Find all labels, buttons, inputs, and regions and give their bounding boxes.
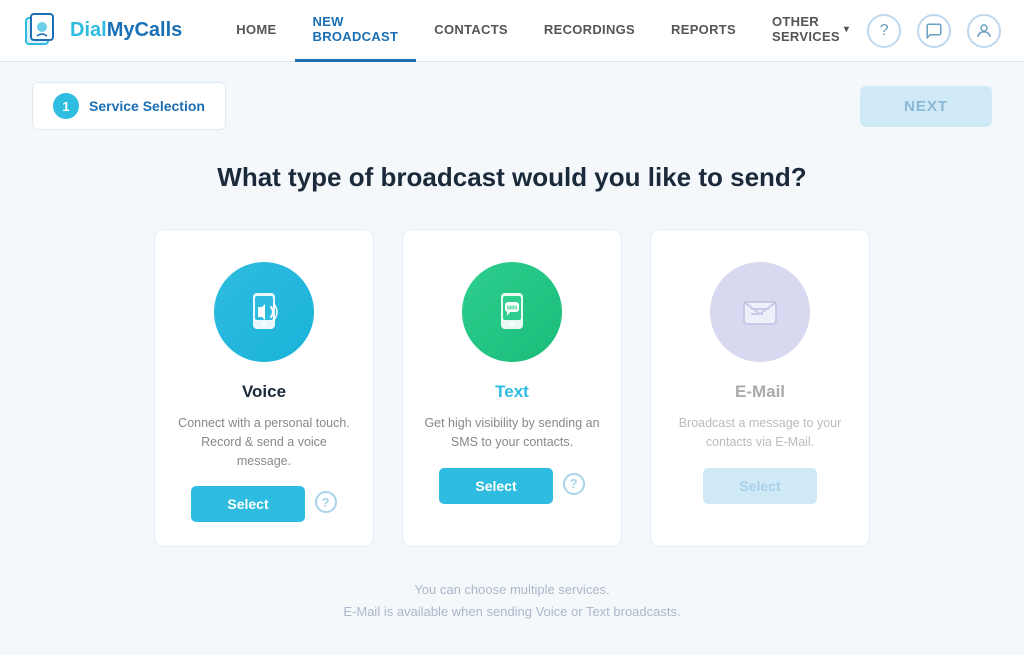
nav-other-services[interactable]: OTHER SERVICES ▾ — [754, 0, 867, 62]
footer-line1: You can choose multiple services. — [32, 579, 992, 601]
chat-icon-button[interactable] — [917, 14, 951, 48]
text-card-title: Text — [495, 382, 529, 402]
voice-help-icon[interactable]: ? — [315, 491, 337, 513]
chevron-down-icon: ▾ — [844, 24, 849, 35]
voice-card-title: Voice — [242, 382, 286, 402]
nav-home[interactable]: HOME — [218, 0, 294, 62]
logo-icon — [24, 12, 62, 50]
voice-card-desc: Connect with a personal touch. Record & … — [175, 414, 353, 470]
nav-recordings[interactable]: RECORDINGS — [526, 0, 653, 62]
voice-select-button[interactable]: Select — [191, 486, 304, 522]
email-select-button: Select — [703, 468, 816, 504]
email-card-actions: Select — [703, 464, 816, 504]
logo-text: DialMyCalls — [70, 19, 182, 42]
step-bar: 1 Service Selection NEXT — [32, 82, 992, 130]
email-card: E-Mail Broadcast a message to your conta… — [650, 229, 870, 547]
logo[interactable]: DialMyCalls — [24, 12, 182, 50]
text-card-actions: Select ? — [439, 464, 584, 504]
help-icon-button[interactable]: ? — [867, 14, 901, 48]
text-icon-circle: SMS — [462, 262, 562, 362]
text-phone-icon: SMS — [485, 285, 539, 339]
text-help-icon[interactable]: ? — [563, 473, 585, 495]
nav-icon-group: ? — [867, 14, 1001, 48]
voice-card: Voice Connect with a personal touch. Rec… — [154, 229, 374, 547]
nav-links: HOME NEW BROADCAST CONTACTS RECORDINGS R… — [218, 0, 867, 62]
text-select-button[interactable]: Select — [439, 468, 552, 504]
footer-line2: E-Mail is available when sending Voice o… — [32, 601, 992, 623]
nav-reports[interactable]: REPORTS — [653, 0, 754, 62]
footer-note: You can choose multiple services. E-Mail… — [32, 579, 992, 623]
text-card: SMS Text Get high visibility by sending … — [402, 229, 622, 547]
email-card-title: E-Mail — [735, 382, 785, 402]
main-content: 1 Service Selection NEXT What type of br… — [0, 62, 1024, 655]
step-badge: 1 Service Selection — [32, 82, 226, 130]
text-card-desc: Get high visibility by sending an SMS to… — [423, 414, 601, 452]
voice-phone-icon — [237, 285, 291, 339]
step-number: 1 — [53, 93, 79, 119]
navigation: DialMyCalls HOME NEW BROADCAST CONTACTS … — [0, 0, 1024, 62]
svg-text:SMS: SMS — [507, 306, 519, 312]
broadcast-cards: Voice Connect with a personal touch. Rec… — [32, 229, 992, 547]
email-envelope-icon — [736, 288, 784, 336]
nav-contacts[interactable]: CONTACTS — [416, 0, 526, 62]
user-icon-button[interactable] — [967, 14, 1001, 48]
step-label: Service Selection — [89, 98, 205, 114]
voice-icon-circle — [214, 262, 314, 362]
next-button[interactable]: NEXT — [860, 86, 992, 127]
email-card-desc: Broadcast a message to your contacts via… — [671, 414, 849, 452]
voice-card-actions: Select ? — [191, 482, 336, 522]
broadcast-question: What type of broadcast would you like to… — [32, 162, 992, 193]
email-icon-circle — [710, 262, 810, 362]
nav-new-broadcast[interactable]: NEW BROADCAST — [295, 0, 417, 62]
